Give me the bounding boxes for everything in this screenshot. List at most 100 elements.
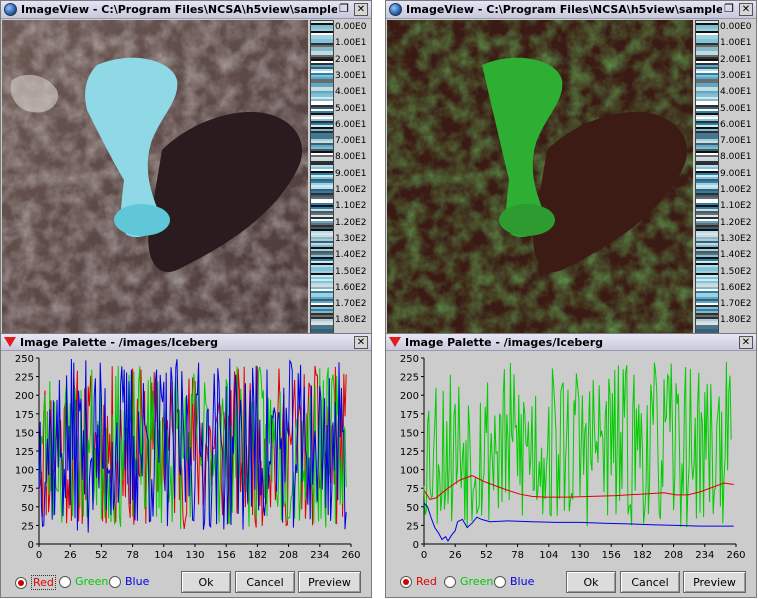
palette-stripe xyxy=(696,137,718,139)
cancel-button[interactable]: Cancel xyxy=(235,571,295,593)
close-icon[interactable]: ✕ xyxy=(354,3,368,16)
palette-dialog-titlebar[interactable]: Image Palette - /images/Iceberg ✕ xyxy=(386,334,756,351)
radio-dot[interactable] xyxy=(444,575,456,588)
radio-blue[interactable]: Blue xyxy=(494,575,534,588)
palette-stripe xyxy=(696,171,718,173)
palette-stripe xyxy=(696,95,718,97)
palette-stripe xyxy=(311,65,333,67)
y-tick-label: 200 xyxy=(15,391,34,402)
palette-stripe xyxy=(696,83,718,85)
palette-stripe xyxy=(696,201,718,203)
y-tick-label: 175 xyxy=(400,410,419,421)
palette-stripe xyxy=(696,155,718,157)
palette-stripe xyxy=(696,279,718,281)
palette-dialog-titlebar[interactable]: Image Palette - /images/Iceberg ✕ xyxy=(1,334,371,351)
palette-stripe xyxy=(696,163,718,165)
palette-stripe xyxy=(311,147,333,149)
palette-stripe xyxy=(311,313,333,315)
imageview-titlebar[interactable]: ImageView - C:\Program Files\NCSA\h5view… xyxy=(1,1,371,19)
palette-stripe xyxy=(311,249,333,251)
palette-stripe xyxy=(696,307,718,309)
y-tick-label: 25 xyxy=(406,521,419,532)
x-tick-label: 130 xyxy=(185,550,204,561)
radio-red[interactable]: Red xyxy=(15,575,56,590)
radio-dot[interactable] xyxy=(109,575,121,588)
cancel-button[interactable]: Cancel xyxy=(620,571,680,593)
palette-stripe xyxy=(311,253,333,255)
palette-stripe xyxy=(696,129,718,131)
palette-line-chart[interactable]: 0 25 50 75 100 125 150 175 200 225 250 0 26 52 78 104 13… xyxy=(1,352,372,567)
iceberg-image-rgb[interactable] xyxy=(2,20,308,334)
palette-stripe xyxy=(311,35,333,37)
palette-stripe xyxy=(311,317,333,319)
palette-stripe xyxy=(696,145,718,147)
restore-icon[interactable]: ❐ xyxy=(337,3,351,16)
radio-green[interactable]: Green xyxy=(59,575,108,588)
y-tick-label: 100 xyxy=(15,466,34,477)
palette-stripe xyxy=(696,311,718,313)
ok-button[interactable]: Ok xyxy=(566,571,616,593)
palette-stripe xyxy=(311,133,333,135)
palette-stripe xyxy=(311,257,333,259)
palette-stripe xyxy=(311,233,333,235)
radio-blue[interactable]: Blue xyxy=(109,575,149,588)
preview-button[interactable]: Preview xyxy=(298,571,361,593)
palette-stripe xyxy=(311,287,333,289)
palette-stripe xyxy=(696,113,718,115)
radio-green[interactable]: Green xyxy=(444,575,493,588)
palette-stripe xyxy=(696,119,718,121)
imageview-titlebar[interactable]: ImageView - C:\Program Files\NCSA\h5view… xyxy=(386,1,756,19)
palette-stripe xyxy=(696,327,718,329)
palette-stripe xyxy=(311,183,333,185)
palette-stripe xyxy=(696,317,718,319)
palette-stripe xyxy=(696,193,718,195)
close-icon[interactable]: ✕ xyxy=(739,3,753,16)
close-icon[interactable]: ✕ xyxy=(739,335,753,349)
palette-stripe xyxy=(311,173,333,175)
iceberg-image-green[interactable] xyxy=(387,20,693,334)
palette-stripe xyxy=(696,53,718,55)
palette-controls: Red Green Blue Ok Cancel Preview xyxy=(1,567,371,597)
palette-stripe xyxy=(696,287,718,289)
palette-stripe xyxy=(311,77,333,79)
palette-triangle-icon xyxy=(4,337,16,347)
x-tick-label: 182 xyxy=(248,550,267,561)
radio-red[interactable]: Red xyxy=(400,575,437,588)
palette-stripe xyxy=(311,261,333,263)
palette-stripe xyxy=(696,141,718,143)
palette-stripe xyxy=(311,155,333,157)
x-tick-label: 0 xyxy=(36,550,42,561)
preview-button[interactable]: Preview xyxy=(683,571,746,593)
palette-stripe xyxy=(311,163,333,165)
palette-stripe xyxy=(311,251,333,253)
palette-stripe xyxy=(311,219,333,221)
palette-stripe xyxy=(311,99,333,101)
palette-stripe xyxy=(696,57,718,59)
palette-stripe xyxy=(311,297,333,299)
palette-tick-label: 1.00E1 xyxy=(720,38,752,49)
palette-stripe xyxy=(696,323,718,325)
palette-stripe xyxy=(696,61,718,63)
radio-dot[interactable] xyxy=(494,575,506,588)
palette-line-chart[interactable]: 0 25 50 75 100 125 150 175 200 225 250 0 26 52 78 104 13… xyxy=(386,352,757,567)
palette-stripe xyxy=(311,69,333,71)
radio-dot[interactable] xyxy=(15,576,27,589)
palette-stripe xyxy=(311,89,333,91)
palette-tick-label: 9.00E1 xyxy=(720,168,752,179)
radio-dot[interactable] xyxy=(59,575,71,588)
palette-stripe xyxy=(311,185,333,187)
palette-stripe xyxy=(696,209,718,211)
palette-stripe xyxy=(311,209,333,211)
close-icon[interactable]: ✕ xyxy=(354,335,368,349)
palette-stripe xyxy=(311,243,333,245)
y-tick-label: 250 xyxy=(400,354,419,365)
palette-stripe xyxy=(311,129,333,131)
palette-stripe xyxy=(311,197,333,199)
palette-stripe xyxy=(696,229,718,231)
palette-stripe xyxy=(696,283,718,285)
radio-dot[interactable] xyxy=(400,575,412,588)
palette-tick-label: 1.30E2 xyxy=(720,233,752,244)
restore-icon[interactable]: ❐ xyxy=(722,3,736,16)
ok-button[interactable]: Ok xyxy=(181,571,231,593)
palette-stripe xyxy=(696,105,718,107)
